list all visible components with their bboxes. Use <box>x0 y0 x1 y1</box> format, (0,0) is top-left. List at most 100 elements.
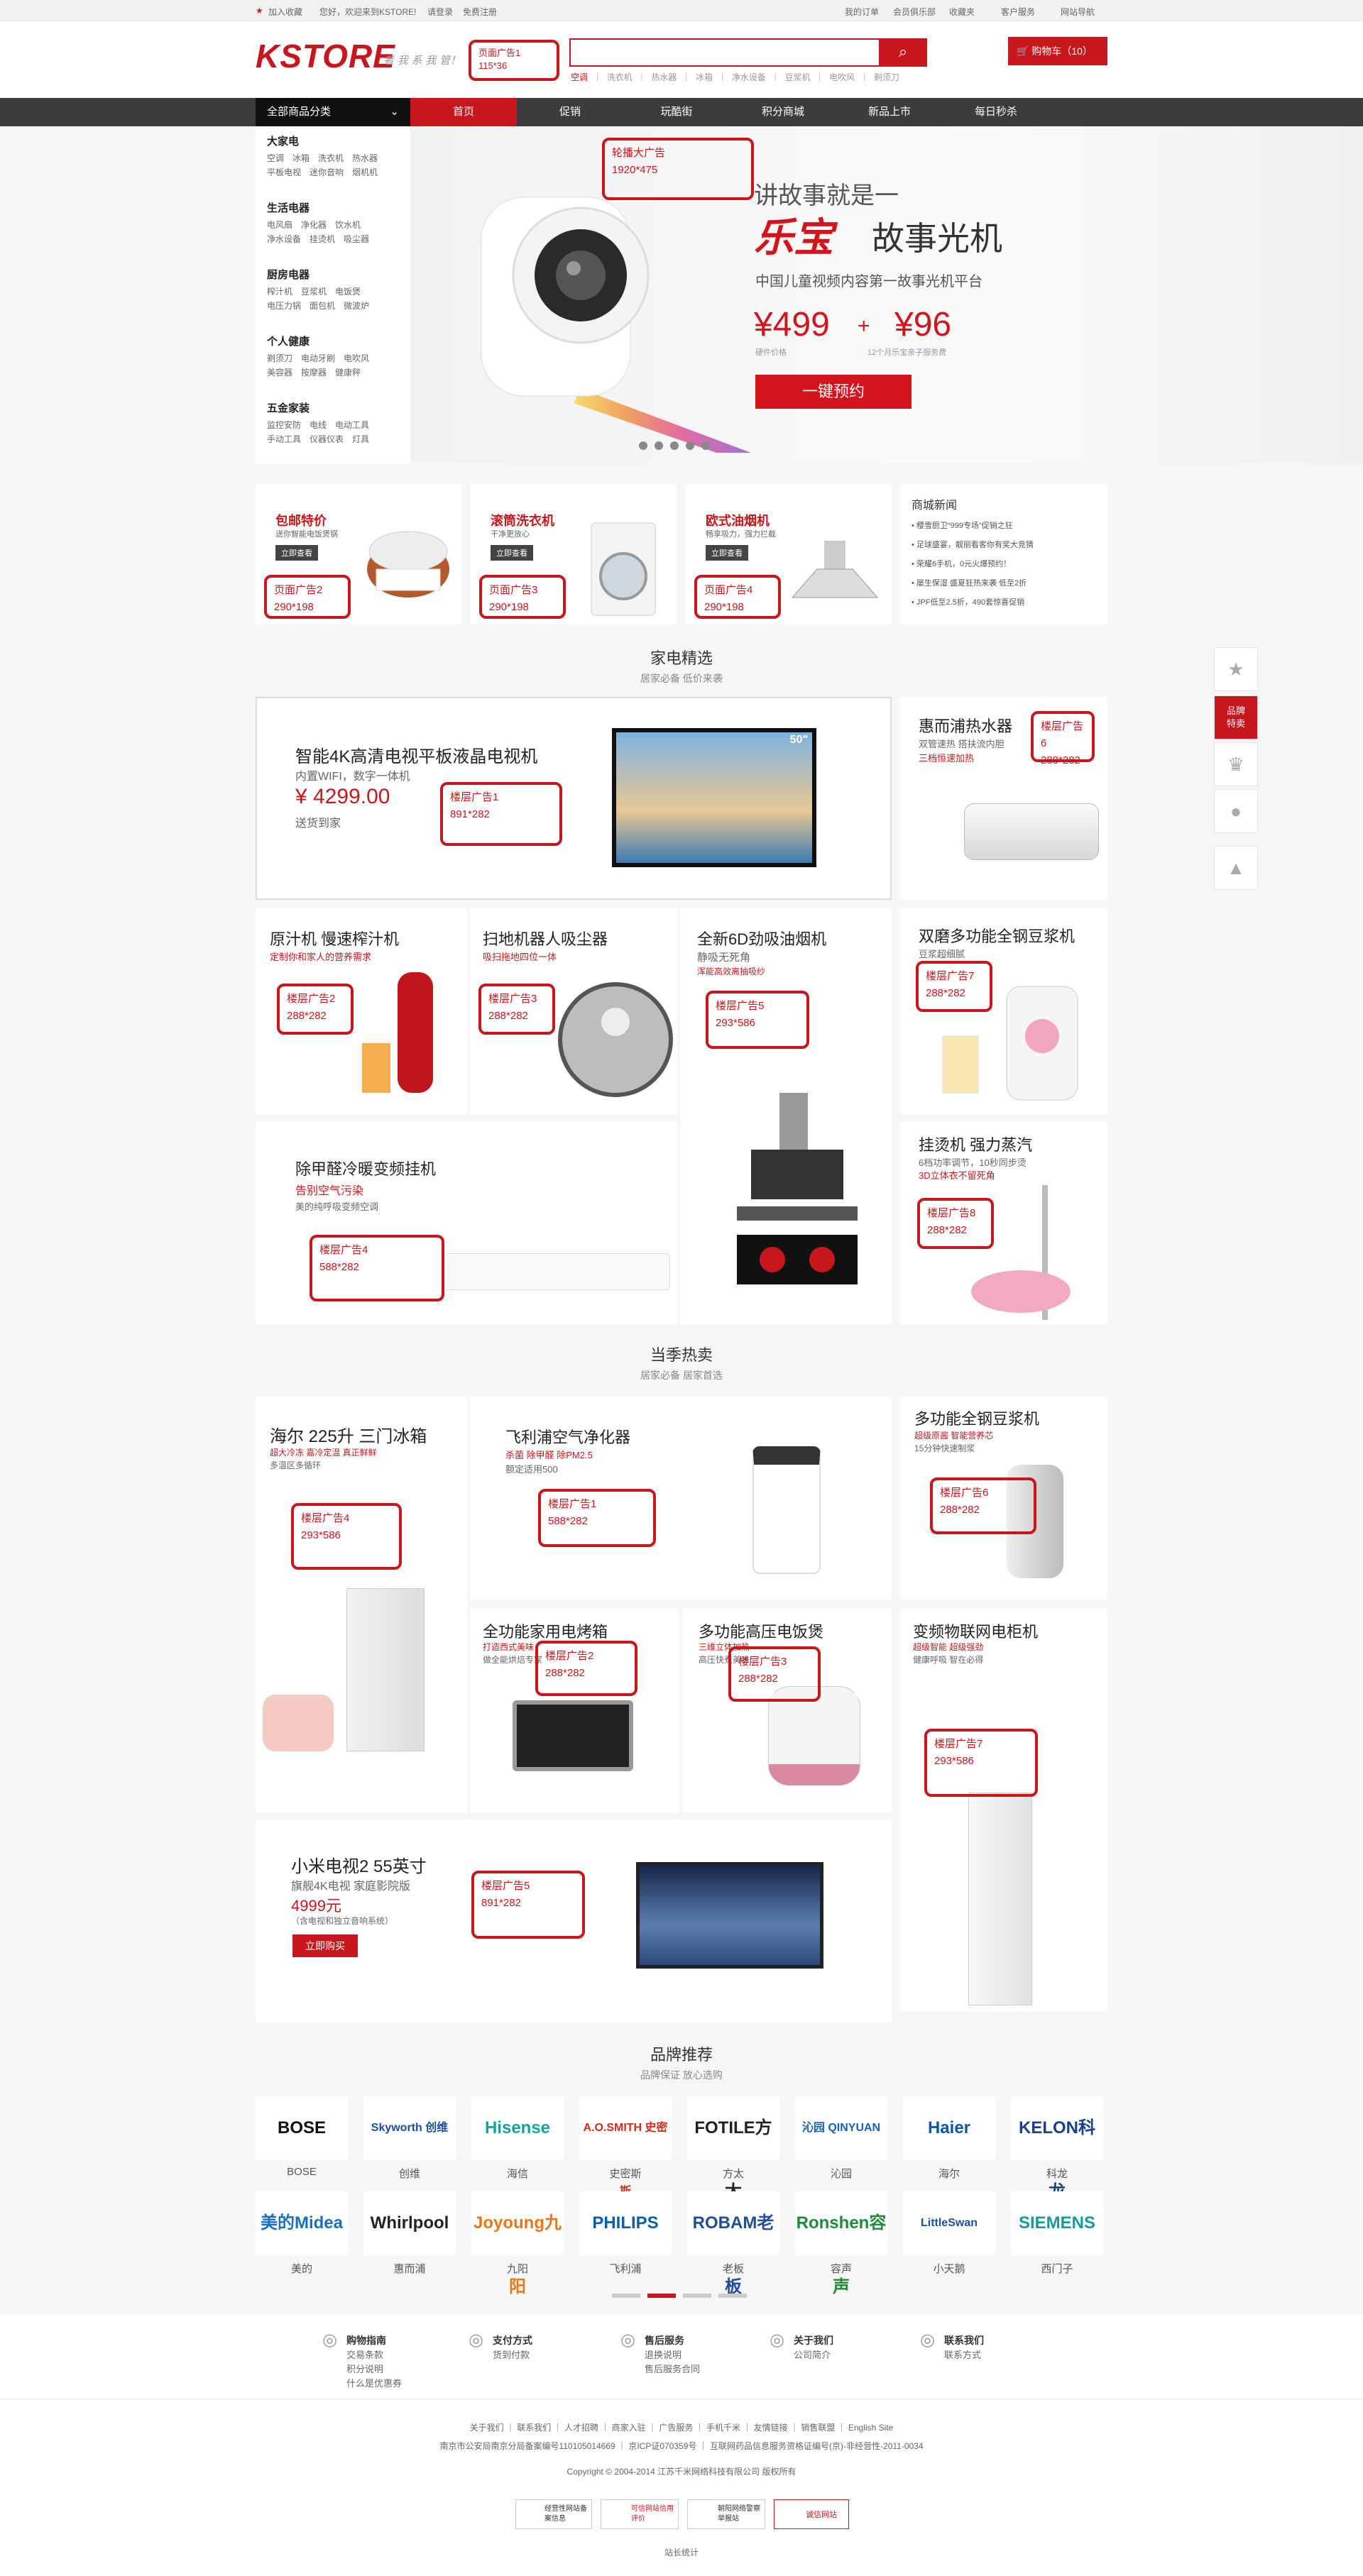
category-group[interactable]: 生活电器 电风扇 净化器 饮水机 净水设备 挂烫机 吸尘器 <box>267 200 403 246</box>
promo-view-button[interactable]: 立即查看 <box>706 545 748 561</box>
side-brand-sale[interactable]: 品牌 特卖 <box>1214 695 1258 739</box>
cart-button[interactable]: 🛒 购物车（10） <box>1008 37 1107 65</box>
news-item[interactable]: • 荣耀6手机，0元火爆预约！ <box>912 555 1034 574</box>
category-links[interactable]: 榨汁机 豆浆机 电饭煲 电压力锅 面包机 微波炉 <box>267 285 403 313</box>
floor-card[interactable]: 除甲醛冷暖变频挂机 告别空气污染 美的纯呼吸变频空调 楼层广告4 588*282 <box>256 1121 677 1324</box>
category-group[interactable]: 大家电 空调 冰箱 洗衣机 热水器 平板电视 迷你音响 烟机机 <box>267 133 403 180</box>
category-links[interactable]: 电风扇 净化器 饮水机 净水设备 挂烫机 吸尘器 <box>267 218 403 246</box>
site-nav-link[interactable]: 网站导航 <box>1061 6 1095 18</box>
news-item[interactable]: • JPF低至2.5折，490套惊喜促销 <box>912 593 1034 612</box>
login-link[interactable]: 请登录 <box>427 6 453 18</box>
footer-link[interactable]: 什么是优惠券 <box>346 2377 402 2391</box>
pager-dot[interactable] <box>718 2294 747 2298</box>
favorites-link[interactable]: 收藏夹 <box>949 6 975 18</box>
add-favorite-link[interactable]: 加入收藏 <box>268 6 302 18</box>
all-categories-button[interactable]: 全部商品分类 ⌄ <box>256 98 410 126</box>
category-links[interactable]: 剃须刀 电动牙刷 电吹风 美容器 按摩器 健康秤 <box>267 351 403 380</box>
buy-now-button[interactable]: 立即购买 <box>292 1934 358 1957</box>
carousel-dot[interactable] <box>670 441 679 450</box>
side-favorite-icon[interactable]: ★ <box>1214 647 1258 691</box>
hot-keyword[interactable]: 冰箱 <box>696 72 713 82</box>
nav-home[interactable]: 首页 <box>410 98 517 126</box>
brand-logo[interactable]: Haier <box>903 2096 995 2160</box>
brand-logo[interactable]: LittleSwan <box>903 2191 995 2255</box>
nav-points-mall[interactable]: 积分商城 <box>730 98 836 126</box>
hot-keyword[interactable]: 豆浆机 <box>784 72 810 82</box>
hero-banner[interactable]: 轮播大广告 1920*475 讲故事就是一 乐宝 故事光机 中国儿童视频内容第一… <box>410 126 1363 463</box>
carousel-dot[interactable] <box>686 441 694 450</box>
register-link[interactable]: 免费注册 <box>463 6 497 18</box>
category-links[interactable]: 监控安防 电线 电动工具 手动工具 仪器仪表 灯具 <box>267 418 403 446</box>
brand-logo[interactable]: SIEMENS <box>1011 2191 1103 2255</box>
category-group[interactable]: 个人健康 剃须刀 电动牙刷 电吹风 美容器 按摩器 健康秤 <box>267 334 403 380</box>
nav-flash-sale[interactable]: 每日秒杀 <box>943 98 1049 126</box>
floor-card[interactable]: 全功能家用电烤箱 打造西式美味 做全能烘焙专家 楼层广告2 288*282 <box>470 1608 679 1812</box>
footer-link[interactable]: 售后服务合同 <box>645 2362 700 2377</box>
floor-card[interactable]: 多功能高压电饭煲 三维立体加热 高压快煮美味 楼层广告3 288*282 <box>683 1608 892 1812</box>
nav-promo[interactable]: 促销 <box>517 98 623 126</box>
brand-logo[interactable]: ROBAM老板 <box>687 2191 779 2296</box>
carousel-dot[interactable] <box>655 441 663 450</box>
hot-keyword[interactable]: 空调 <box>571 72 588 82</box>
floor-card[interactable]: 全新6D劲吸油烟机 静吸无死角 浑能高效离抽吸纱 楼层广告5 293*586 <box>680 908 892 1324</box>
search-input[interactable] <box>569 38 880 67</box>
my-orders-link[interactable]: 我的订单 <box>845 6 879 18</box>
brand-logo[interactable]: Joyoung九阳 <box>471 2191 564 2296</box>
banner-cta-button[interactable]: 一键预约 <box>755 375 912 409</box>
floor-card[interactable]: 原汁机 慢速榨汁机 定制你和家人的营养需求 楼层广告2 288*282 <box>256 908 467 1114</box>
floor-card[interactable]: 变频物联网电柜机 超级智能 超级强劲 健康呼吸 智在必得 楼层广告7 293*5… <box>900 1608 1107 2011</box>
member-club-link[interactable]: 会员俱乐部 <box>893 6 936 18</box>
footer-link[interactable]: 退换说明 <box>645 2348 700 2362</box>
brand-logo[interactable]: KELON科龙 <box>1011 2096 1103 2201</box>
footer-link[interactable]: 公司简介 <box>794 2348 833 2362</box>
category-links[interactable]: 空调 冰箱 洗衣机 热水器 平板电视 迷你音响 烟机机 <box>267 151 403 180</box>
brand-logo[interactable]: PHILIPS <box>579 2191 672 2255</box>
side-hot-icon[interactable]: ● <box>1214 789 1258 833</box>
promo-view-button[interactable]: 立即查看 <box>491 545 533 561</box>
trust-badge[interactable]: 可信网站信用评价 <box>601 2499 679 2529</box>
news-item[interactable]: • 屡生保湿 盛夏狂热来袭 低至2折 <box>912 574 1034 593</box>
floor-card[interactable]: 挂烫机 强力蒸汽 6档功率调节，10秒同步烫 3D立体衣不留死角 楼层广告8 2… <box>900 1121 1107 1324</box>
trust-badge[interactable]: 经营性网站备案信息 <box>515 2499 592 2529</box>
brand-logo[interactable]: Ronshen容声 <box>795 2191 887 2296</box>
category-group[interactable]: 厨房电器 榨汁机 豆浆机 电饭煲 电压力锅 面包机 微波炉 <box>267 267 403 313</box>
brand-logo[interactable]: 美的Midea <box>256 2191 348 2255</box>
floor-card[interactable]: 双磨多功能全钢豆浆机 豆浆超细腻 楼层广告7 288*282 <box>900 908 1107 1114</box>
promo-card[interactable]: 滚筒洗衣机 干净更放心 立即查看 页面广告3 290*198 <box>471 484 677 624</box>
brand-logo[interactable]: Skyworth 创维 <box>363 2096 456 2160</box>
brand-logo[interactable]: FOTILE方太 <box>687 2096 779 2201</box>
floor-card[interactable]: 海尔 225升 三门冰箱 超大冷冻 嘉冷定温 真正鲜鲜 多温区多循环 楼层广告4… <box>256 1397 467 1812</box>
pager-dot[interactable] <box>612 2294 640 2298</box>
news-item[interactable]: • 樱雪厨卫“999专场”促销之狂 <box>912 517 1034 536</box>
footer-link[interactable]: 货到付款 <box>493 2348 532 2362</box>
carousel-dot[interactable] <box>701 441 710 450</box>
floor-card[interactable]: 扫地机器人吸尘器 吸扫拖地四位一体 楼层广告3 288*282 <box>470 908 677 1114</box>
pager-dot[interactable] <box>683 2294 711 2298</box>
news-item[interactable]: • 足球盛宴，靓丽看客你有奖大竞猜 <box>912 536 1034 555</box>
floor-card-tv[interactable]: 智能4K高清电视平板液晶电视机 内置WIFI，数字一体机 ¥ 4299.00 送… <box>256 697 892 900</box>
brand-logo[interactable]: BOSE <box>256 2096 348 2160</box>
promo-view-button[interactable]: 立即查看 <box>275 545 318 561</box>
hot-keyword[interactable]: 净水设备 <box>732 72 766 82</box>
pager-dot[interactable] <box>647 2294 676 2298</box>
hot-keyword[interactable]: 剃须刀 <box>874 72 899 82</box>
promo-card[interactable]: 欧式油烟机 畅享吸力，强力拦截 立即查看 页面广告4 290*198 <box>686 484 892 624</box>
brand-logo[interactable]: A.O.SMITH 史密斯 <box>579 2096 672 2198</box>
footer-link[interactable]: 交易条款 <box>346 2348 402 2362</box>
back-to-top-icon[interactable]: ▲ <box>1214 846 1258 890</box>
hot-keyword[interactable]: 电吹风 <box>829 72 855 82</box>
nav-new-arrivals[interactable]: 新品上市 <box>836 98 943 126</box>
trust-badge[interactable]: 诚信网站 <box>774 2499 849 2529</box>
brand-logo[interactable]: Whirlpool <box>363 2191 456 2255</box>
hot-keyword[interactable]: 洗衣机 <box>607 72 633 82</box>
floor-card-mi-tv[interactable]: 小米电视2 55英寸 旗舰4K电视 家庭影院版 4999元 （含电视和独立音响系… <box>256 1820 892 2022</box>
footer-links[interactable]: 关于我们 ｜ 联系我们 ｜ 人才招聘 ｜ 商家入驻 ｜ 广告服务 ｜ 手机千米 … <box>0 2421 1363 2433</box>
footer-link[interactable]: 联系方式 <box>944 2348 984 2362</box>
brand-logo[interactable]: Hisense <box>471 2096 564 2160</box>
category-group[interactable]: 五金家装 监控安防 电线 电动工具 手动工具 仪器仪表 灯具 <box>267 400 403 446</box>
stats-link[interactable]: 站长统计 <box>0 2546 1363 2558</box>
search-button[interactable]: ⌕ <box>879 38 927 67</box>
side-crown-icon[interactable]: ♛ <box>1214 742 1258 786</box>
brand-logo[interactable]: 沁园 QINYUAN <box>795 2096 887 2160</box>
footer-link[interactable]: 积分说明 <box>346 2362 402 2377</box>
